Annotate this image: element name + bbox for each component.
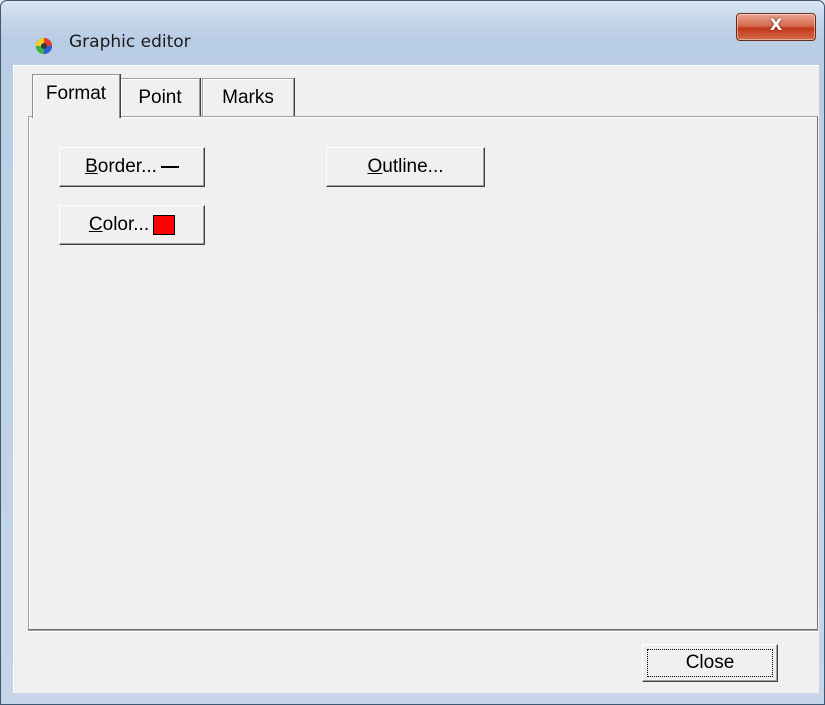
tab-format[interactable]: Format <box>32 74 120 118</box>
close-button-label: Close <box>685 652 735 673</box>
footer-divider <box>28 630 818 632</box>
graphic-editor-window: Graphic editor X Format Point Marks Bord… <box>0 0 825 705</box>
color-button-label: olor... <box>102 214 150 235</box>
close-button[interactable]: Close <box>642 644 778 682</box>
format-tab-panel: Border... Outline... Color... <box>28 116 818 630</box>
line-style-icon <box>160 166 179 168</box>
color-button[interactable]: Color... <box>59 205 205 245</box>
border-button-label: order... <box>97 156 157 177</box>
color-button-mnemonic: C <box>88 214 103 235</box>
dialog-client-area: Format Point Marks Border... Outline... … <box>13 65 819 693</box>
palette-globe-icon <box>36 38 52 54</box>
outline-button[interactable]: Outline... <box>326 147 485 187</box>
window-title: Graphic editor <box>69 32 191 52</box>
outline-button-label: utline... <box>382 156 444 177</box>
tab-point[interactable]: Point <box>120 78 200 116</box>
close-icon: X <box>769 15 783 34</box>
border-button[interactable]: Border... <box>59 147 205 187</box>
border-button-mnemonic: B <box>85 156 98 177</box>
tab-marks[interactable]: Marks <box>202 78 294 116</box>
color-swatch <box>153 215 176 235</box>
title-bar[interactable]: Graphic editor X <box>1 1 824 54</box>
outline-button-mnemonic: O <box>367 156 383 177</box>
window-close-button[interactable]: X <box>736 13 816 41</box>
